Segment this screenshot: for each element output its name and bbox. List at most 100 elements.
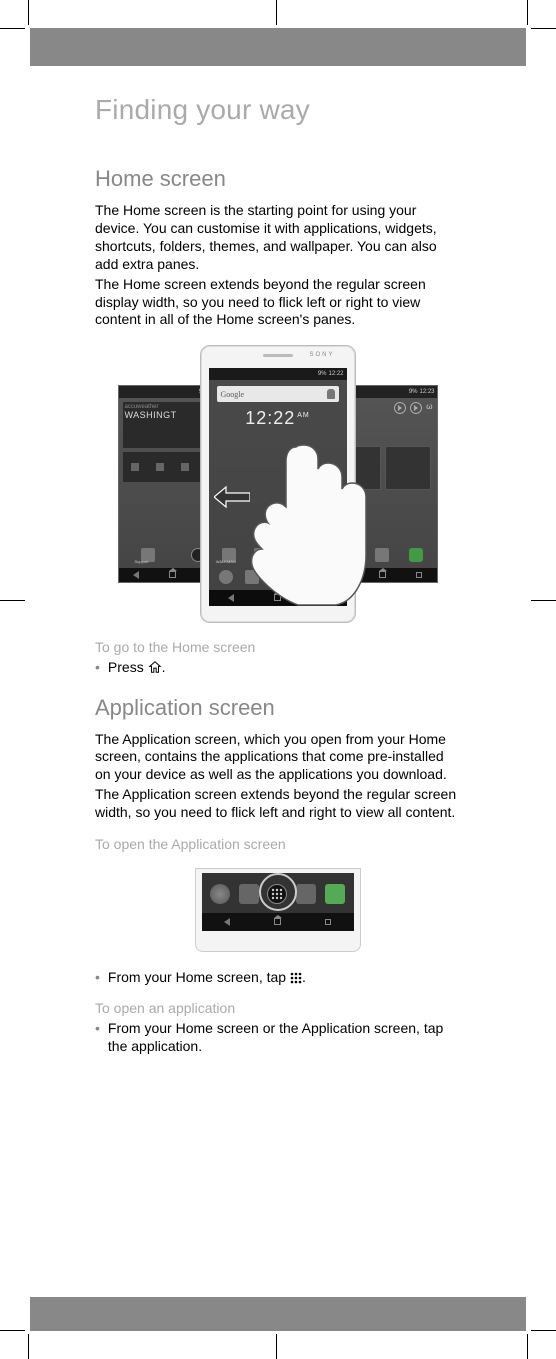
toggle-icon — [131, 463, 139, 471]
crop-mark — [0, 600, 25, 601]
walkman-icon: ω — [426, 402, 432, 414]
next-icon — [410, 402, 422, 414]
home-icon — [274, 918, 281, 925]
app-label: Movies — [287, 559, 300, 564]
home-icon — [148, 660, 162, 674]
app-paragraph-2: The Application screen extends beyond th… — [95, 786, 460, 822]
phone-screen-bottom — [202, 873, 354, 931]
task-heading-go-home: To go to the Home screen — [95, 639, 460, 655]
apps-grid-icon — [271, 570, 285, 584]
crop-mark — [276, 0, 277, 25]
apps-grid-icon — [267, 884, 287, 904]
section-heading-home: Home screen — [95, 166, 460, 192]
chapter-title: Finding your way — [95, 94, 460, 126]
phone-brand: SONY — [309, 352, 334, 358]
crop-mark — [0, 28, 25, 29]
task-heading-open-app-screen: To open the Application screen — [95, 836, 460, 852]
home-icon — [169, 571, 176, 578]
clock-ampm: AM — [297, 412, 310, 419]
crop-mark — [531, 28, 556, 29]
figure-home-panes: 9% 12:22 accuweather WASHINGT — [95, 345, 460, 623]
clock-time: 12:22 — [245, 408, 295, 428]
phone-frame-center: SONY 9% 12:22 Google 12:22AM — [200, 345, 356, 623]
footer-bar — [30, 1297, 526, 1331]
dock-row: WALKMAN Album Movies — [209, 544, 347, 566]
home-paragraph-2: The Home screen extends beyond the regul… — [95, 276, 460, 330]
home-icon — [274, 594, 281, 601]
chrome-icon — [210, 884, 230, 904]
app-icon — [245, 570, 259, 584]
header-bar — [30, 28, 526, 66]
apps-grid-icon — [290, 972, 302, 984]
phone-speaker — [263, 354, 293, 357]
home-paragraph-1: The Home screen is the starting point fo… — [95, 202, 460, 274]
arrow-left-icon — [214, 485, 250, 509]
app-icon — [375, 548, 389, 562]
step-text-part: From your Home screen, tap — [108, 969, 290, 985]
recent-icon — [416, 572, 422, 578]
app-icon — [319, 548, 333, 562]
toggle-icon — [181, 463, 189, 471]
favorites-row — [209, 566, 347, 588]
phone-bottom-illustration — [195, 868, 361, 952]
figure-app-screen — [95, 868, 460, 952]
battery-text: 9% — [409, 389, 418, 395]
step-row: • Press . — [95, 658, 460, 676]
crop-mark — [28, 0, 29, 25]
app-label: Support — [135, 559, 149, 564]
content-area: Finding your way Home screen The Home sc… — [95, 90, 460, 1289]
phone-icon — [325, 884, 345, 904]
home-panes-illustration: 9% 12:22 accuweather WASHINGT — [118, 345, 438, 623]
status-time: 12:22 — [328, 371, 343, 377]
nav-bar — [202, 913, 354, 931]
step-row: • From your Home screen or the Applicati… — [95, 1019, 460, 1055]
chrome-icon — [219, 570, 233, 584]
document-page: Finding your way Home screen The Home sc… — [0, 0, 556, 1359]
music-widget: ω — [394, 402, 432, 414]
crop-mark — [276, 1334, 277, 1359]
favorites-row — [202, 879, 354, 909]
messaging-icon — [296, 884, 316, 904]
section-heading-application: Application screen — [95, 695, 460, 721]
google-search-bar: Google — [217, 386, 339, 402]
recent-icon — [325, 919, 331, 925]
app-label: Album — [254, 559, 265, 564]
widget-tile — [385, 446, 431, 490]
clock-widget: 12:22AM — [209, 408, 347, 429]
bullet-icon: • — [95, 658, 100, 676]
step-text: Press . — [108, 658, 460, 676]
step-text-part: Press — [108, 659, 148, 675]
messaging-icon — [297, 570, 311, 584]
step-text-part: . — [162, 659, 166, 675]
task-heading-open-application: To open an application — [95, 1000, 460, 1016]
bullet-icon: • — [95, 968, 100, 986]
mic-icon — [327, 389, 335, 399]
crop-mark — [28, 1334, 29, 1359]
step-text: From your Home screen, tap . — [108, 968, 460, 986]
status-time: 12:23 — [419, 389, 434, 395]
back-icon — [224, 918, 230, 926]
phone-icon — [323, 570, 337, 584]
status-bar: 9% 12:22 — [209, 368, 347, 380]
recent-icon — [321, 595, 327, 601]
crop-mark — [527, 0, 528, 25]
crop-mark — [0, 1330, 25, 1331]
back-icon — [228, 594, 234, 602]
app-icon — [239, 884, 259, 904]
crop-mark — [527, 1334, 528, 1359]
bullet-icon: • — [95, 1019, 100, 1037]
crop-mark — [531, 1330, 556, 1331]
step-row: • From your Home screen, tap . — [95, 968, 460, 986]
play-icon — [394, 402, 406, 414]
phone-icon — [409, 548, 423, 562]
back-icon — [133, 571, 139, 579]
crop-mark — [531, 600, 556, 601]
toggle-icon — [156, 463, 164, 471]
home-icon — [379, 571, 386, 578]
app-label: WALKMAN — [216, 559, 236, 564]
google-label: Google — [221, 390, 245, 399]
nav-bar — [209, 590, 347, 606]
battery-text: 9% — [318, 371, 327, 377]
step-text-part: . — [302, 969, 306, 985]
step-text: From your Home screen or the Application… — [108, 1019, 460, 1055]
